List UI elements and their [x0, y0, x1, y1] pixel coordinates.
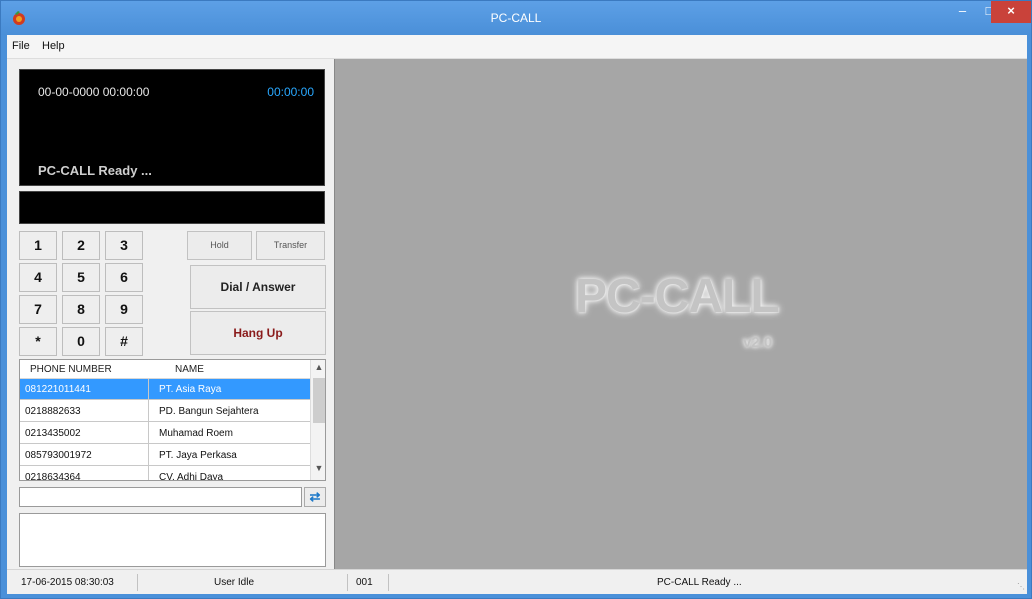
column-header-phone[interactable]: PHONE NUMBER: [30, 364, 112, 375]
contact-name: Muhamad Roem: [159, 428, 233, 439]
phone-panel: 00-00-0000 00:00:00 00:00:00 PC-CALL Rea…: [7, 59, 334, 569]
contact-name: PT. Jaya Perkasa: [159, 450, 237, 461]
contact-name: CV. Adhi Daya: [159, 472, 224, 481]
minimize-button[interactable]: –: [949, 1, 976, 23]
contact-number: 0213435002: [25, 428, 81, 439]
status-divider: [347, 574, 348, 591]
search-input[interactable]: [19, 487, 302, 507]
hang-up-button[interactable]: Hang Up: [190, 311, 326, 355]
number-display: [19, 191, 325, 224]
menu-help[interactable]: Help: [42, 40, 65, 52]
menu-file[interactable]: File: [12, 40, 30, 52]
contact-row[interactable]: 085793001972 PT. Jaya Perkasa: [20, 445, 310, 466]
contact-row[interactable]: 0213435002 Muhamad Roem: [20, 423, 310, 444]
column-divider: [148, 379, 149, 480]
contact-name: PT. Asia Raya: [159, 384, 222, 395]
list-scrollbar[interactable]: ▲ ▼: [310, 360, 325, 480]
app-window: PC-CALL – □ × File Help 00-00-0000 00:00…: [0, 0, 1032, 599]
key-0[interactable]: 0: [62, 327, 100, 356]
scroll-up-icon[interactable]: ▲: [313, 362, 325, 376]
contact-number: 0218634364: [25, 472, 81, 481]
list-header: PHONE NUMBER NAME: [20, 360, 310, 379]
key-7[interactable]: 7: [19, 295, 57, 324]
status-user: User Idle: [214, 577, 255, 588]
resize-grip-icon[interactable]: ⋱: [1017, 582, 1025, 591]
title-bar[interactable]: PC-CALL – □ ×: [1, 1, 1031, 35]
client-area: File Help 00-00-0000 00:00:00 00:00:00 P…: [7, 35, 1027, 594]
transfer-button[interactable]: Transfer: [256, 231, 325, 260]
key-hash[interactable]: #: [105, 327, 143, 356]
status-datetime: 17-06-2015 08:30:03: [21, 577, 114, 588]
status-divider: [388, 574, 389, 591]
version-label: v2.0: [743, 334, 773, 351]
status-bar: 17-06-2015 08:30:03 User Idle 001 PC-CAL…: [7, 569, 1027, 594]
scroll-thumb[interactable]: [313, 378, 325, 423]
key-3[interactable]: 3: [105, 231, 143, 260]
app-logo: PC-CALL: [575, 270, 780, 323]
key-9[interactable]: 9: [105, 295, 143, 324]
key-8[interactable]: 8: [62, 295, 100, 324]
call-display: 00-00-0000 00:00:00 00:00:00 PC-CALL Rea…: [19, 69, 325, 186]
key-4[interactable]: 4: [19, 263, 57, 292]
contact-name: PD. Bangun Sejahtera: [159, 406, 259, 417]
menu-bar: File Help: [7, 35, 1027, 59]
scroll-down-icon[interactable]: ▼: [313, 463, 325, 477]
contact-number: 085793001972: [25, 450, 92, 461]
key-1[interactable]: 1: [19, 231, 57, 260]
contact-list[interactable]: PHONE NUMBER NAME 081221011441 PT. Asia …: [19, 359, 326, 481]
call-timer: 00:00:00: [267, 85, 314, 99]
contact-number: 0218882633: [25, 406, 81, 417]
status-message: PC-CALL Ready ...: [657, 577, 742, 588]
key-2[interactable]: 2: [62, 231, 100, 260]
key-5[interactable]: 5: [62, 263, 100, 292]
status-extension: 001: [356, 577, 373, 588]
contact-row[interactable]: 081221011441 PT. Asia Raya: [20, 379, 310, 400]
key-star[interactable]: *: [19, 327, 57, 356]
contact-number: 081221011441: [25, 384, 91, 395]
contact-row[interactable]: 0218882633 PD. Bangun Sejahtera: [20, 401, 310, 422]
status-divider: [137, 574, 138, 591]
display-status: PC-CALL Ready ...: [38, 163, 152, 178]
log-area[interactable]: [19, 513, 326, 567]
contact-row[interactable]: 0218634364 CV. Adhi Daya: [20, 467, 310, 481]
window-title: PC-CALL: [490, 11, 542, 25]
hold-button[interactable]: Hold: [187, 231, 252, 260]
column-header-name[interactable]: NAME: [175, 364, 204, 375]
refresh-icon[interactable]: ⇄: [304, 487, 326, 507]
display-datetime: 00-00-0000 00:00:00: [38, 85, 150, 99]
brand-panel: PC-CALL v2.0: [334, 59, 1027, 569]
key-6[interactable]: 6: [105, 263, 143, 292]
dial-answer-button[interactable]: Dial / Answer: [190, 265, 326, 309]
close-button[interactable]: ×: [991, 1, 1031, 23]
